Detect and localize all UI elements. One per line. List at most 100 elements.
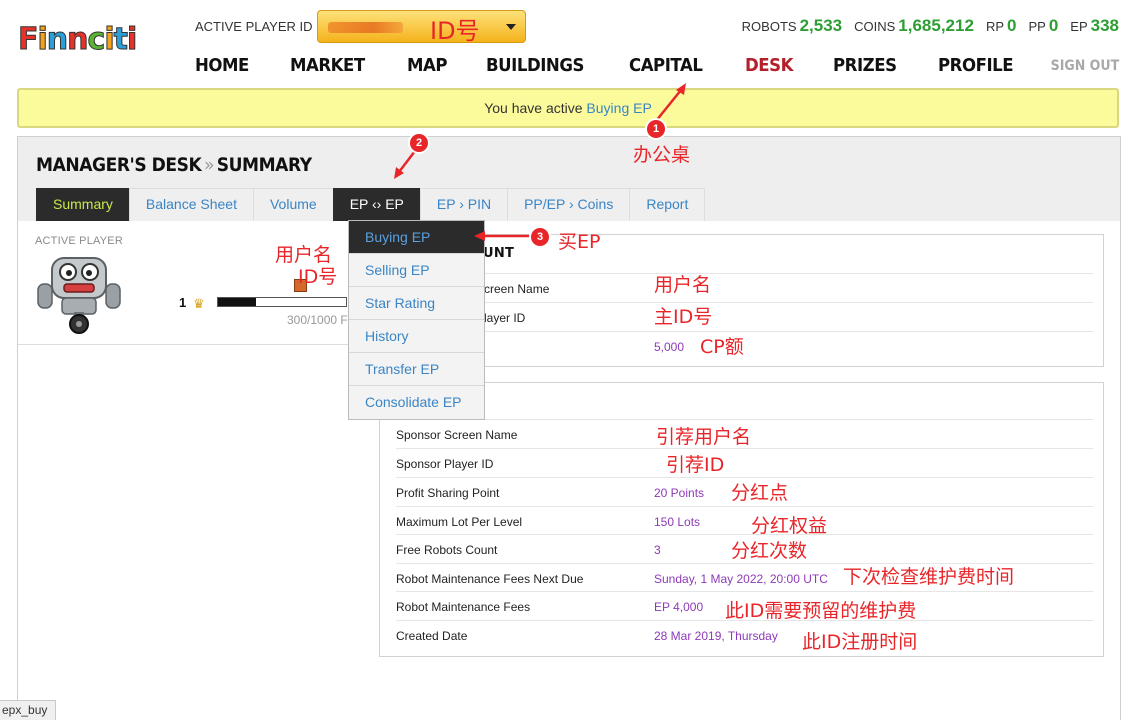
annotation-profit-count: 分红次数 [731,540,808,562]
level-progress-text: 300/1000 F [287,313,348,327]
annotation-created: 此ID注册时间 [802,631,918,653]
breadcrumb-separator: » [204,154,215,176]
sponsor-row: Created Date 28 Mar 2019, Thursday [396,620,1093,649]
stat-label: ROBOTS [741,19,797,34]
logo-letter: F [18,22,39,58]
stat-value: 1,685,212 [898,16,974,35]
row-value: 3 [654,543,661,557]
tab-ep-ep[interactable]: EP ‹› EP [332,188,421,221]
divider [18,344,348,345]
stat-label: PP [1028,19,1046,34]
player-id-annotation: ID号 [430,17,480,45]
player-stats: ROBOTS 2,533 COINS 1,685,212 RP 0 PP 0 EP 338 [730,16,1119,36]
menu-item-history[interactable]: History [349,320,484,353]
row-value: 150 Lots [654,515,701,529]
annotation-badge-3: 3 [531,228,549,246]
notice-text: You have active [484,100,587,116]
logo-letter: i [126,22,137,58]
nav-home[interactable]: HOME [195,55,249,81]
page-title-sub: SUMMARY [216,154,312,176]
logo-letter: n [67,22,89,58]
page-title-main: MANAGER'S DESK [36,154,202,176]
stat-value: 0 [1007,16,1017,35]
desk-tabs: Summary Balance Sheet Volume EP ‹› EP EP… [36,188,706,221]
menu-item-selling-ep[interactable]: Selling EP [349,254,484,287]
logo-letter: i [37,22,48,58]
logo-letter: t [113,22,128,58]
row-label: Maximum Lot Per Level [396,515,523,529]
stat-robots: ROBOTS 2,533 [741,16,843,35]
account-row-player-id: layer ID [396,302,1093,331]
level-progress-bar [217,297,347,307]
browser-status-bar: epx_buy [0,700,57,720]
stat-label: RP [985,19,1004,34]
logo-letter: n [46,22,68,58]
finnciti-logo[interactable]: Finnciti [18,22,158,62]
stat-label: COINS [854,19,896,34]
row-value: Sunday, 1 May 2022, 20:00 UTC [654,572,828,586]
row-label: Robot Maintenance Fees [396,600,531,614]
menu-item-star-rating[interactable]: Star Rating [349,287,484,320]
notice-link-buying-ep[interactable]: Buying EP [586,100,651,116]
logo-letter: i [104,22,115,58]
row-label: Created Date [396,629,468,643]
annotation-profit-rights: 分红权益 [751,515,828,537]
account-box-title: UNT [483,246,515,261]
row-value: 20 Points [654,486,705,500]
annotation-fees: 此ID需要预留的维护费 [725,600,917,622]
row-label: Sponsor Player ID [396,457,494,471]
annotation-next-due: 下次检查维护费时间 [843,566,1015,588]
active-player-id-select[interactable]: ID号 [317,10,526,45]
nav-profile[interactable]: PROFILE [938,55,1014,81]
active-player-id-label: ACTIVE PLAYER ID [195,19,313,34]
nav-map[interactable]: MAP [407,55,448,81]
active-player-label: ACTIVE PLAYER [35,235,123,247]
account-row-screen-name: creen Name [396,273,1093,302]
logo-letter: c [87,22,106,58]
row-label: Sponsor Screen Name [396,428,518,442]
row-value: 28 Mar 2019, Thursday [654,629,778,643]
tab-ep-pin[interactable]: EP › PIN [419,188,509,221]
annotation-badge-1: 1 [647,120,665,138]
stat-rp: RP 0 [985,16,1017,35]
main-nav: HOME MARKET MAP BUILDINGS CAPITAL DESK PRIZES P… [195,55,1055,81]
account-row-cp: 5,000 [396,331,1093,360]
annotation-desk: 办公桌 [633,144,691,166]
chevron-down-icon [506,24,516,30]
menu-item-consolidate-ep[interactable]: Consolidate EP [349,386,484,419]
ep-ep-dropdown-menu: Buying EP Selling EP Star Rating History… [348,220,485,420]
annotation-account-main-id: 主ID号 [654,306,713,328]
active-order-notice: You have active Buying EP [17,88,1119,128]
annotation-sponsor-username: 引荐用户名 [656,426,752,448]
tab-balance-sheet[interactable]: Balance Sheet [128,188,254,221]
crown-icon: ♛ [193,296,205,311]
annotation-sponsor-id: 引荐ID [666,454,725,476]
menu-item-transfer-ep[interactable]: Transfer EP [349,353,484,386]
annotation-account-cp: CP额 [700,336,744,358]
annotation-id-left: ID号 [298,266,338,288]
row-label: Profit Sharing Point [396,486,500,500]
robot-avatar-icon[interactable] [36,254,122,334]
tab-volume[interactable]: Volume [252,188,334,221]
row-value: EP 4,000 [654,600,704,614]
tab-summary[interactable]: Summary [36,188,130,221]
row-label: layer ID [484,311,526,325]
row-label: Robot Maintenance Fees Next Due [396,572,584,586]
sponsor-row: Maximum Lot Per Level 150 Lots [396,506,1093,535]
nav-buildings[interactable]: BUILDINGS [486,55,584,81]
stat-value: 0 [1048,16,1059,35]
signout-link[interactable]: SIGN OUT [1050,58,1119,74]
nav-desk[interactable]: DESK [745,55,793,81]
tab-report[interactable]: Report [629,188,706,221]
nav-prizes[interactable]: PRIZES [833,55,897,81]
nav-market[interactable]: MARKET [290,55,365,81]
stat-value: 338 [1090,16,1119,35]
sponsor-row: Sponsor Player ID [396,448,1093,477]
stat-value: 2,533 [799,16,843,35]
nav-capital[interactable]: CAPITAL [629,55,703,81]
tab-pp-ep-coins[interactable]: PP/EP › Coins [507,188,631,221]
row-label: creen Name [484,282,550,296]
stat-coins: COINS 1,685,212 [854,16,974,35]
row-value: 5,000 [654,340,685,354]
menu-item-buying-ep[interactable]: Buying EP [349,221,484,254]
